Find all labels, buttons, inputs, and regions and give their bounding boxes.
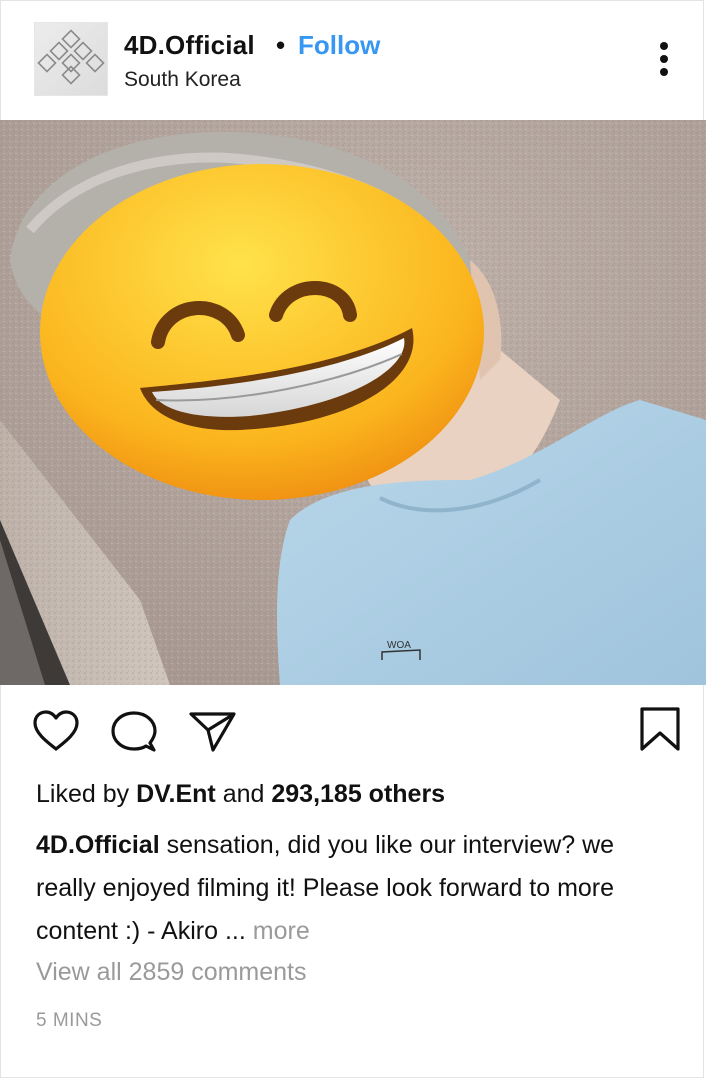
- separator-dot: •: [276, 30, 286, 60]
- paper-plane-icon[interactable]: [188, 710, 238, 759]
- liked-by-user[interactable]: DV.Ent: [136, 780, 216, 808]
- more-vertical-icon[interactable]: [652, 38, 676, 80]
- profile-avatar[interactable]: [34, 22, 108, 96]
- smiling-emoji-icon: [40, 164, 484, 500]
- follow-button[interactable]: Follow: [298, 30, 380, 61]
- liked-by-others[interactable]: 293,185 others: [271, 780, 445, 808]
- post-header: 4D.Official • Follow South Korea: [0, 0, 706, 120]
- likes-summary[interactable]: Liked by DV.Ent and 293,185 others: [36, 780, 445, 809]
- view-all-comments-link[interactable]: View all 2859 comments: [36, 958, 307, 987]
- post-image[interactable]: WOA: [0, 120, 706, 685]
- comment-bubble-icon[interactable]: [110, 710, 158, 759]
- post-caption: 4D.Official sensation, did you like our …: [36, 824, 676, 953]
- post-timestamp: 5 MINS: [36, 1010, 103, 1031]
- shirt-logo-text: WOA: [387, 640, 411, 651]
- heart-icon[interactable]: [32, 709, 80, 758]
- post-location[interactable]: South Korea: [124, 68, 241, 92]
- diamond-logo-icon: [37, 29, 105, 85]
- liked-by-and: and: [222, 780, 265, 808]
- caption-username[interactable]: 4D.Official: [36, 831, 160, 859]
- caption-more-link[interactable]: more: [253, 917, 310, 945]
- post-username[interactable]: 4D.Official: [124, 30, 255, 61]
- bookmark-icon[interactable]: [638, 706, 682, 757]
- liked-by-prefix: Liked by: [36, 780, 130, 808]
